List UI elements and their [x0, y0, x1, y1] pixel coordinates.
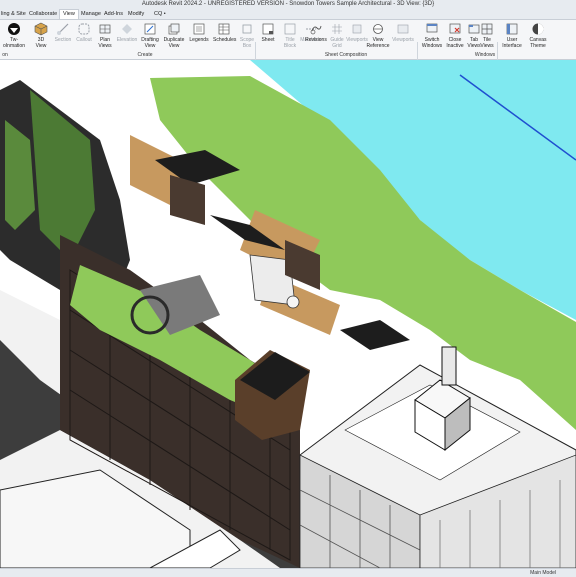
legends-button[interactable]: Legends: [188, 22, 210, 43]
chimney: [441, 346, 457, 386]
schedules-button[interactable]: Schedules: [213, 22, 236, 43]
tab-add-ins[interactable]: Add-Ins: [104, 10, 123, 19]
title-block-icon: [284, 23, 296, 35]
ribbon-tab-bar: ling & Site Collaborate View Manage Add-…: [0, 9, 576, 20]
rooftop-pavilion: [340, 320, 410, 350]
guide-grid-icon: [332, 24, 342, 34]
group-label-create: Create: [137, 52, 153, 58]
tab-collaborate[interactable]: Collaborate: [29, 10, 57, 19]
twinmotion-icon: [8, 23, 20, 35]
twinmotion-button[interactable]: Tw­oInmation: [1, 22, 27, 49]
plan-views-icon: [99, 24, 111, 34]
group-label-creation: on: [2, 52, 8, 58]
viewports-icon: [397, 24, 409, 34]
tile-views-icon: [481, 23, 493, 35]
sheet-button[interactable]: Sheet: [257, 22, 279, 43]
view-reference-icon: [373, 24, 383, 34]
plan-views-button[interactable]: Plan Views: [94, 22, 116, 49]
tab-view[interactable]: View: [59, 9, 79, 19]
title-block-button[interactable]: Title Block: [279, 22, 301, 49]
building-model-render: [0, 60, 576, 568]
viewports-icon: [352, 24, 362, 34]
canvas-theme-button[interactable]: Canvas Theme: [525, 22, 551, 49]
duplicate-view-icon: [168, 23, 180, 35]
drafting-view-button[interactable]: Drafting View: [139, 22, 161, 49]
elevation-button[interactable]: Elevation: [116, 22, 138, 43]
legends-icon: [193, 23, 205, 35]
3d-view-button[interactable]: 3D View: [30, 22, 52, 49]
tab-building-site[interactable]: ling & Site: [1, 10, 26, 19]
elevation-icon: [122, 24, 132, 34]
sheet-icon: [262, 23, 274, 35]
user-interface-icon: [506, 23, 518, 35]
duplicate-view-button[interactable]: Duplicate View: [163, 22, 185, 49]
section-icon: [57, 23, 69, 35]
tab-modify[interactable]: Modify: [128, 10, 144, 19]
scope-box-icon: [242, 24, 252, 34]
schedules-icon: [218, 23, 230, 35]
user-interface-button[interactable]: User Interface: [500, 22, 524, 49]
guide-grid-button[interactable]: Guide Grid: [326, 22, 348, 49]
3d-view-icon: [34, 22, 48, 36]
gazebo: [286, 295, 300, 309]
rooftop-pavilion: [170, 175, 205, 225]
tab-manage[interactable]: Manage: [81, 10, 101, 19]
revisions-icon: [310, 25, 322, 35]
drafting-view-icon: [144, 23, 156, 35]
viewports-button-2[interactable]: Viewports: [392, 22, 414, 43]
close-inactive-icon: [449, 23, 461, 34]
switch-windows-icon: [426, 23, 438, 33]
window-title: Autodesk Revit 2024.2 - UNREGISTERED VER…: [141, 1, 435, 7]
view-reference-button[interactable]: View Reference: [365, 22, 391, 49]
3d-view-canvas[interactable]: [0, 60, 576, 568]
section-button[interactable]: Section: [52, 22, 74, 43]
callout-icon: [78, 23, 90, 35]
group-label-sheet-composition: Sheet Composition: [324, 52, 368, 58]
tile-views-button[interactable]: Tile Views: [476, 22, 498, 49]
ribbon-panel: Tw­oInmation 3D View Section Callout Pla…: [0, 20, 576, 77]
callout-button[interactable]: Callout: [73, 22, 95, 43]
revisions-button[interactable]: Revisions: [304, 22, 328, 43]
switch-windows-button[interactable]: Switch Windows: [420, 22, 444, 49]
group-label-windows: Windows: [474, 52, 496, 58]
tab-cq[interactable]: CQ •: [154, 10, 166, 19]
canvas-theme-icon: [532, 23, 544, 35]
window-title-bar: Autodesk Revit 2024.2 - UNREGISTERED VER…: [0, 0, 576, 9]
